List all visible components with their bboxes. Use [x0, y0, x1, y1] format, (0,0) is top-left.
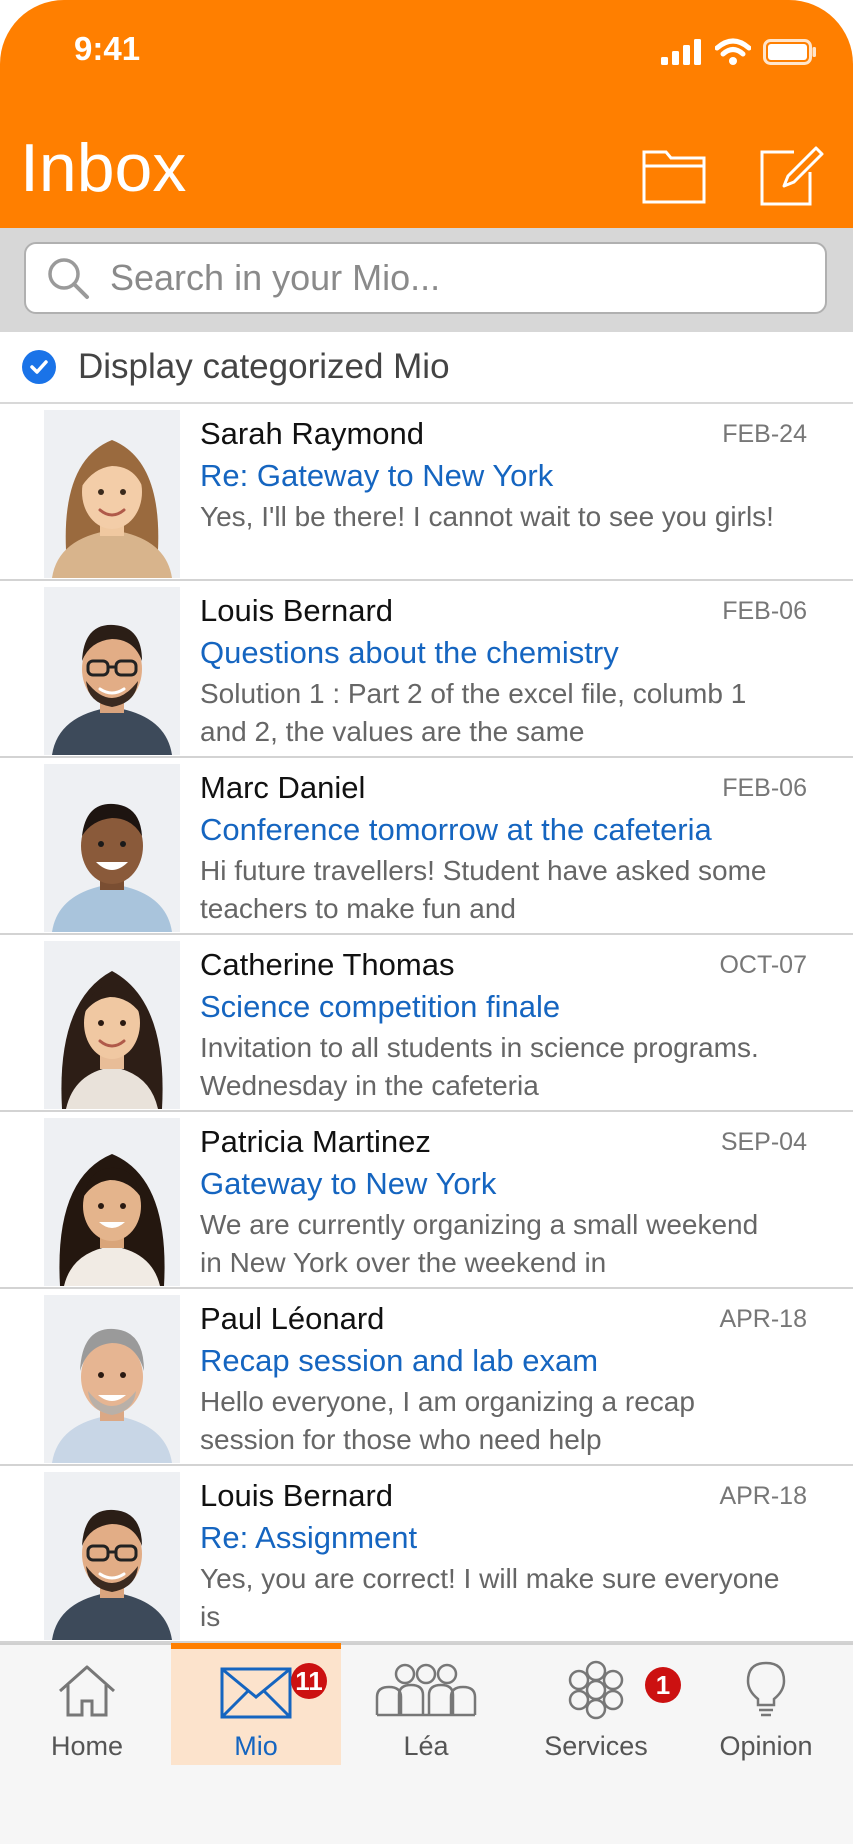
tab-bar: Home 11 Mio Léa 1 Services Opinion [0, 1643, 853, 1844]
tab-lea[interactable]: Léa [341, 1645, 511, 1765]
avatar [44, 764, 180, 932]
folder-button[interactable] [640, 144, 710, 208]
message-preview: Hello everyone, I am organizing a recap … [200, 1386, 695, 1455]
avatar [44, 1118, 180, 1286]
message-row[interactable]: Catherine Thomas OCT-07 Science competit… [0, 935, 853, 1112]
sender-name: Paul Léonard [200, 1301, 385, 1336]
person-avatar-icon [52, 803, 172, 932]
tab-opinion[interactable]: Opinion [681, 1645, 851, 1765]
message-subject: Gateway to New York [200, 1166, 497, 1201]
sender-name: Marc Daniel [200, 770, 366, 805]
message-preview: Yes, you are correct! I will make sure e… [200, 1563, 780, 1632]
person-avatar-icon [52, 1509, 172, 1640]
message-row[interactable]: Sarah Raymond FEB-24 Re: Gateway to New … [0, 404, 853, 581]
tab-label: Opinion [719, 1731, 813, 1761]
sender-name: Patricia Martinez [200, 1124, 431, 1159]
message-list: Sarah Raymond FEB-24 Re: Gateway to New … [0, 404, 853, 1643]
wifi-icon [715, 38, 751, 65]
message-preview: Hi future travellers! Student have asked… [200, 855, 767, 924]
compose-icon [760, 146, 824, 206]
avatar [44, 941, 180, 1109]
categorized-label: Display categorized Mio [78, 347, 450, 386]
home-icon [59, 1665, 115, 1717]
status-time: 9:41 [74, 30, 141, 67]
avatar [44, 1472, 180, 1640]
message-row[interactable]: Patricia Martinez SEP-04 Gateway to New … [0, 1112, 853, 1289]
person-avatar-icon [52, 1328, 172, 1463]
tab-label: Home [50, 1731, 124, 1761]
envelope-icon [220, 1667, 292, 1719]
folder-icon [642, 150, 706, 204]
sender-name: Louis Bernard [200, 593, 394, 628]
services-badge: 1 [645, 1667, 681, 1703]
avatar [44, 410, 180, 578]
tab-label: Services [544, 1731, 648, 1761]
tab-services[interactable]: 1 Services [511, 1645, 681, 1765]
person-avatar-icon [52, 624, 172, 755]
avatar [44, 587, 180, 755]
status-icons [661, 38, 817, 66]
categorized-filter[interactable]: Display categorized Mio [0, 332, 853, 404]
search-box[interactable] [24, 242, 827, 314]
message-subject: Science competition finale [200, 989, 561, 1024]
person-avatar-icon [52, 440, 172, 578]
message-subject: Conference tomorrow at the cafeteria [200, 812, 712, 847]
message-date: FEB-24 [722, 420, 807, 448]
message-date: APR-18 [719, 1482, 807, 1510]
sender-name: Louis Bernard [200, 1478, 394, 1513]
lightbulb-icon [746, 1661, 786, 1717]
search-icon [48, 258, 89, 299]
flower-icon [568, 1660, 624, 1720]
search-input[interactable] [108, 256, 802, 300]
people-icon [375, 1663, 477, 1717]
message-date: SEP-04 [720, 1128, 807, 1156]
app-header: 9:41 Inbox [0, 0, 853, 228]
tab-home[interactable]: Home [2, 1645, 172, 1765]
page-title: Inbox [20, 130, 187, 206]
sender-name: Sarah Raymond [200, 416, 425, 451]
mio-badge: 11 [291, 1663, 327, 1699]
message-preview: Yes, I'll be there! I cannot wait to see… [200, 501, 774, 532]
message-date: APR-18 [719, 1305, 807, 1333]
compose-button[interactable] [756, 144, 826, 208]
person-avatar-icon [59, 1154, 165, 1286]
message-date: FEB-06 [722, 597, 807, 625]
message-row[interactable]: Paul Léonard APR-18 Recap session and la… [0, 1289, 853, 1466]
message-row[interactable]: Louis Bernard FEB-06 Questions about the… [0, 581, 853, 758]
tab-mio[interactable]: 11 Mio [171, 1643, 341, 1765]
message-subject: Re: Gateway to New York [200, 458, 554, 493]
tab-label: Mio [234, 1731, 278, 1761]
message-preview: We are currently organizing a small week… [200, 1209, 759, 1278]
message-date: FEB-06 [722, 774, 807, 802]
message-subject: Re: Assignment [200, 1520, 418, 1555]
checkmark-icon [30, 360, 48, 374]
battery-icon [763, 39, 816, 65]
tab-label: Léa [403, 1731, 449, 1761]
message-row[interactable]: Marc Daniel FEB-06 Conference tomorrow a… [0, 758, 853, 935]
message-row[interactable]: Louis Bernard APR-18 Re: Assignment Yes,… [0, 1466, 853, 1643]
categorized-checkbox[interactable] [22, 350, 56, 384]
message-preview: Invitation to all students in science pr… [200, 1032, 759, 1101]
message-preview: Solution 1 : Part 2 of the excel file, c… [200, 678, 747, 747]
avatar [44, 1295, 180, 1463]
message-subject: Questions about the chemistry [200, 635, 619, 670]
sender-name: Catherine Thomas [200, 947, 455, 982]
signal-icon [661, 39, 701, 65]
message-subject: Recap session and lab exam [200, 1343, 599, 1378]
search-bar [0, 228, 853, 332]
person-avatar-icon [61, 971, 163, 1109]
message-date: OCT-07 [719, 951, 807, 979]
